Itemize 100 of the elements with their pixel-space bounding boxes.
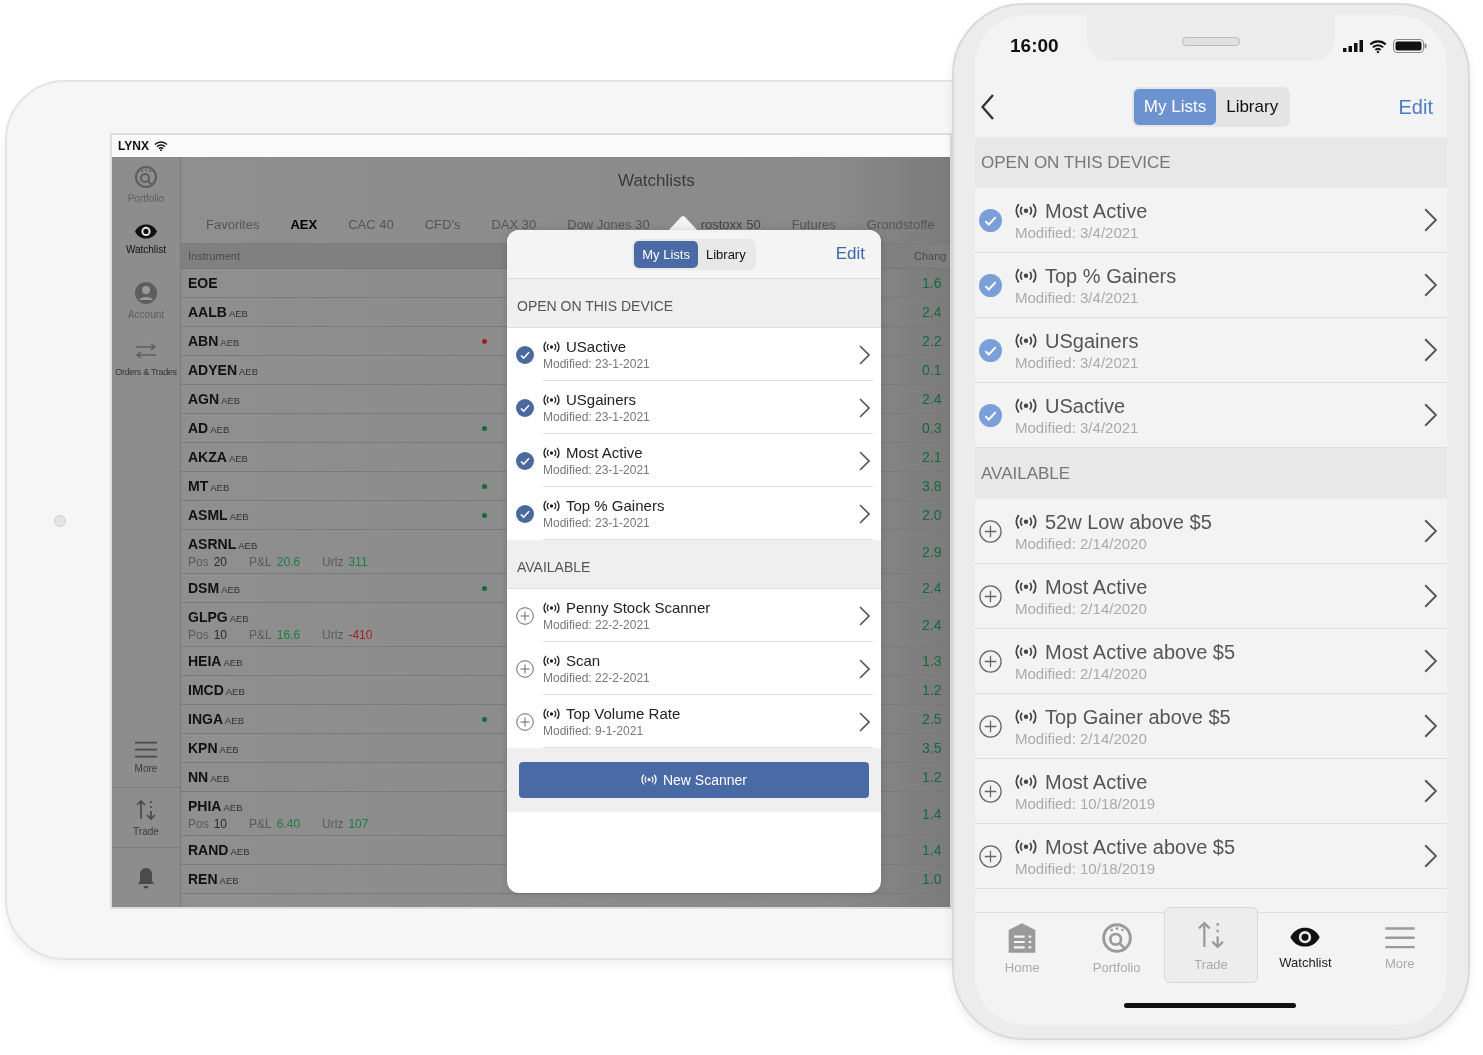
exchange-text: AEB <box>238 539 258 551</box>
list-item[interactable]: Top Gainer above $5 Modified: 2/14/2020 <box>975 694 1447 759</box>
modified-date: Modified: 2/14/2020 <box>1015 534 1148 552</box>
list-item[interactable]: 52w Low above $5 Modified: 2/14/2020 <box>975 499 1447 564</box>
list-item[interactable]: Most Active Modified: 2/14/2020 <box>975 564 1447 629</box>
scanner-name: USgainers <box>566 391 637 408</box>
sidebar-item[interactable]: Orders & Trades <box>112 335 180 393</box>
list-item[interactable]: Top Volume Rate Modified: 9-1-2021 <box>507 695 881 748</box>
chevron-icon <box>1423 519 1437 543</box>
position-value: 20.6 <box>276 554 301 569</box>
list-item[interactable]: Top % Gainers Modified: 3/4/2021 <box>975 253 1447 318</box>
add-icon[interactable] <box>516 606 534 625</box>
change-cell-text: 1.3 <box>922 653 943 669</box>
modified-date: Modified: 9-1-2021 <box>543 724 645 738</box>
edit-link[interactable]: Edit <box>835 244 865 264</box>
position-value: 16.6 <box>276 627 301 642</box>
signal-icon <box>543 499 560 512</box>
segment-tab[interactable]: My Lists <box>1133 89 1217 125</box>
checked-icon[interactable] <box>979 208 1002 232</box>
add-icon[interactable] <box>979 844 1002 868</box>
scanner-name: USactive <box>1045 394 1126 418</box>
list-item[interactable]: Most Active Modified: 10/18/2019 <box>975 759 1447 824</box>
battery-icon <box>1393 39 1427 53</box>
exchange-text: AEB <box>230 846 250 857</box>
position-value: 107 <box>348 816 369 831</box>
change-cell-text: 1.2 <box>922 682 943 698</box>
add-icon[interactable] <box>979 584 1002 608</box>
list-item[interactable]: Most Active above $5 Modified: 10/18/2019 <box>975 824 1447 889</box>
segment-tab[interactable]: My Lists <box>634 240 698 268</box>
chevron-icon <box>1423 649 1437 673</box>
position-value: 10 <box>213 816 228 831</box>
position-value: 311 <box>348 554 368 569</box>
status-time: 16:00 <box>1010 35 1059 57</box>
back-icon[interactable] <box>981 94 995 120</box>
list-item[interactable]: Most Active Modified: 3/4/2021 <box>975 188 1447 253</box>
add-icon[interactable] <box>979 779 1002 803</box>
tab[interactable]: AEX <box>290 216 318 232</box>
list-item[interactable]: USgainers Modified: 23-1-2021 <box>507 381 881 434</box>
list-item[interactable]: Penny Stock Scanner Modified: 22-2-2021 <box>507 589 881 642</box>
scanner-name: USactive <box>566 338 627 355</box>
exchange-text: AEB <box>210 482 230 493</box>
new-scanner-button[interactable]: New Scanner <box>519 762 869 798</box>
signal-icon <box>1015 839 1037 855</box>
sidebar-item[interactable]: Watchlist <box>112 219 180 277</box>
symbol-text: AD <box>188 420 209 436</box>
list-item[interactable]: USgainers Modified: 3/4/2021 <box>975 318 1447 383</box>
exchange-text: AEB <box>210 424 230 435</box>
sidebar-item[interactable]: Trade <box>112 787 180 847</box>
segment-tab[interactable]: Library <box>697 240 754 268</box>
checked-icon[interactable] <box>516 398 534 417</box>
scanner-name: Most Active above $5 <box>1045 835 1236 859</box>
checked-icon[interactable] <box>516 504 534 523</box>
menu-icon <box>134 739 158 760</box>
sidebar-item[interactable]: More <box>112 727 180 787</box>
signal-icon <box>1015 398 1037 414</box>
symbol-text: HEIA <box>188 653 222 669</box>
scanner-name: Most Active <box>566 444 643 461</box>
list-item[interactable]: Most Active Modified: 23-1-2021 <box>507 434 881 487</box>
symbol-text: GLPG <box>188 608 228 625</box>
add-icon[interactable] <box>979 714 1002 738</box>
checked-icon[interactable] <box>979 403 1002 427</box>
list-item[interactable]: Top % Gainers Modified: 23-1-2021 <box>507 487 881 540</box>
list-item[interactable]: USactive Modified: 23-1-2021 <box>507 328 881 381</box>
edit-link[interactable]: Edit <box>1398 95 1433 119</box>
add-icon[interactable] <box>516 712 534 731</box>
checked-icon[interactable] <box>516 345 534 364</box>
tab-bar-item[interactable]: Watchlist <box>1258 913 1353 983</box>
checked-icon[interactable] <box>979 338 1002 362</box>
add-icon[interactable] <box>979 649 1002 673</box>
exchange-text: AEB <box>219 875 239 886</box>
modified-date: Modified: 10/18/2019 <box>1015 794 1157 812</box>
portfolio-icon <box>134 165 158 189</box>
modified-date: Modified: 23-1-2021 <box>543 410 651 424</box>
scanner-name: Most Active <box>1045 770 1148 794</box>
symbol-text: MT <box>188 478 209 494</box>
exchange-text: AEB <box>223 801 243 813</box>
wifi-icon <box>1369 39 1387 53</box>
chevron-icon <box>859 344 870 365</box>
tab[interactable]: rostoxx 50 <box>700 216 761 232</box>
add-icon[interactable] <box>516 659 534 678</box>
change-cell-text: 1.6 <box>922 275 943 291</box>
section-header: OPEN ON THIS DEVICE <box>981 152 1171 173</box>
symbol-text: IMCD <box>188 682 224 698</box>
signal-icon <box>1015 774 1037 790</box>
exchange-text: AEB <box>223 657 243 668</box>
list-item[interactable]: Scan Modified: 22-2-2021 <box>507 642 881 695</box>
checked-icon[interactable] <box>516 451 534 470</box>
modified-date: Modified: 23-1-2021 <box>543 357 651 371</box>
modified-date: Modified: 22-2-2021 <box>543 618 651 632</box>
segment-tab[interactable]: Library <box>1216 89 1289 125</box>
symbol-text: ADYEN <box>188 362 237 378</box>
scanner-name: Top Gainer above $5 <box>1045 705 1231 729</box>
signal-icon <box>1015 203 1037 219</box>
checked-icon[interactable] <box>979 273 1002 297</box>
scanner-name: Most Active above $5 <box>1045 640 1236 664</box>
chevron-icon <box>859 397 870 418</box>
add-icon[interactable] <box>979 519 1002 543</box>
list-item[interactable]: Most Active above $5 Modified: 2/14/2020 <box>975 629 1447 694</box>
chevron-icon <box>1423 338 1437 362</box>
change-cell-text: 1.2 <box>922 769 943 785</box>
